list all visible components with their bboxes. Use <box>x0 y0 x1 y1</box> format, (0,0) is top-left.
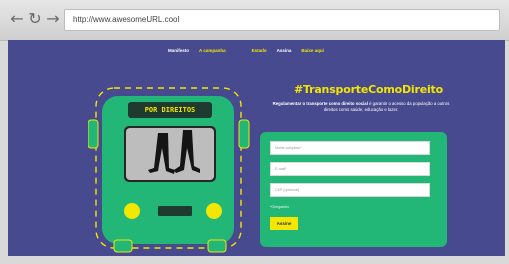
lead-text: Regulamentar o transporte como direito s… <box>266 101 456 113</box>
address-bar[interactable]: http://www.awesomeURL.cool <box>64 9 500 31</box>
hashtag-title: #TransporteComoDireito <box>294 83 443 96</box>
required-note: *Obrigatório <box>270 205 290 209</box>
cep-field[interactable]: CEP (opcional) <box>270 183 430 197</box>
web-page: Manifesto A campanha Estado Assina Baixe… <box>8 40 505 256</box>
nav-item-manifesto[interactable]: Manifesto <box>168 48 189 58</box>
nav-item-estado[interactable]: Estado <box>252 48 267 58</box>
signup-form: Nome completo* E-mail* CEP (opcional) *O… <box>260 132 447 247</box>
nav-item-campanha[interactable]: A campanha <box>199 48 226 58</box>
bus-illustration: POR DIREITOS <box>87 78 253 253</box>
arrow-right-icon[interactable]: → <box>44 10 62 28</box>
arrow-left-icon[interactable]: ← <box>8 10 26 28</box>
browser-window: ← ↻ → http://www.awesomeURL.cool Manifes… <box>0 0 509 264</box>
nav-item-assina[interactable]: Assina <box>277 48 292 58</box>
nav-item-baixe[interactable]: Baixe aqui <box>301 48 324 58</box>
lead-bold: Regulamentar o transporte como direito s… <box>272 101 368 106</box>
name-field[interactable]: Nome completo* <box>270 141 430 155</box>
submit-button[interactable]: Assine <box>270 217 298 230</box>
browser-toolbar: ← ↻ → http://www.awesomeURL.cool <box>0 0 509 41</box>
reload-icon[interactable]: ↻ <box>26 10 44 28</box>
email-field[interactable]: E-mail* <box>270 162 430 176</box>
bus-sign-text: POR DIREITOS <box>144 106 196 114</box>
top-nav: Manifesto A campanha Estado Assina Baixe… <box>168 48 334 58</box>
